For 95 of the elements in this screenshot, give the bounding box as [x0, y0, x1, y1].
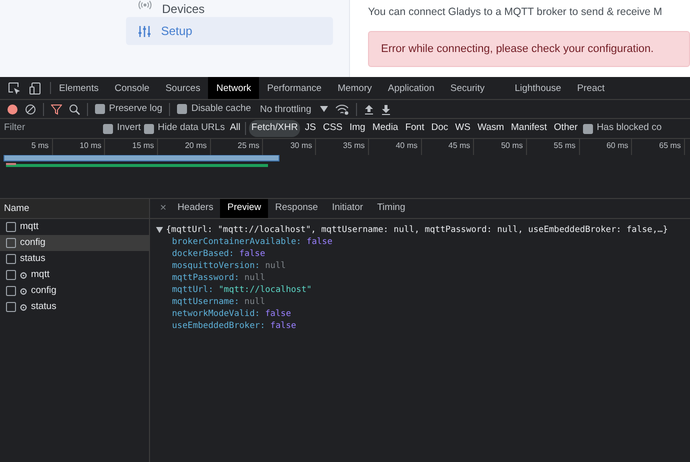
gear-icon [20, 304, 27, 310]
detail-tab[interactable]: Timing [370, 199, 412, 218]
inspect-icon[interactable] [8, 82, 21, 94]
devtools-tab[interactable]: Network [208, 77, 260, 99]
property-key: mqttPassword: [172, 273, 240, 283]
object-summary: {mqttUrl: "mqtt://localhost", mqttUsername: null, mqttPassword: null, useEmbeddedBroker: false,…} [166, 224, 668, 236]
property-key: mqttUrl: [172, 285, 214, 295]
tick-label: 60 ms [580, 139, 632, 155]
type-filter[interactable]: Font [403, 120, 426, 137]
record-icon[interactable] [7, 104, 18, 114]
request-row[interactable]: mqtt [0, 219, 149, 235]
broadcast-icon [138, 0, 152, 10]
property-value: false [265, 309, 291, 319]
devtools-tab[interactable]: Application [380, 77, 442, 99]
tick-label: 45 ms [422, 139, 474, 155]
type-filter[interactable]: Fetch/XHR [249, 120, 300, 137]
sliders-icon [138, 24, 151, 38]
upload-icon[interactable] [364, 104, 374, 114]
property-value: false [270, 321, 296, 331]
request-row[interactable]: status [0, 251, 149, 267]
type-filter[interactable]: JS [302, 120, 318, 137]
request-name: config [31, 284, 56, 298]
detail-tab[interactable]: Response [268, 199, 325, 218]
throttling-dropdown[interactable]: No throttling [258, 100, 314, 118]
devtools-tab[interactable]: Security [442, 77, 493, 99]
gear-icon [20, 272, 27, 278]
invert-checkbox[interactable] [103, 124, 113, 134]
column-header[interactable]: Name [0, 199, 149, 219]
request-row[interactable]: config [0, 235, 149, 251]
download-icon[interactable] [381, 104, 392, 114]
devtools-tab[interactable]: Memory [330, 77, 380, 99]
type-filter[interactable]: Img [348, 120, 368, 137]
dropdown-caret-icon[interactable] [320, 106, 328, 112]
intro-text: You can connect Gladys to a MQTT broker to send & receive M [368, 5, 664, 20]
request-name: status [31, 300, 56, 314]
close-button[interactable]: × [156, 199, 170, 218]
type-filter[interactable]: WS [453, 120, 472, 137]
type-filter[interactable]: Media [370, 120, 400, 137]
clear-icon[interactable] [25, 104, 36, 114]
request-row[interactable]: config [0, 283, 149, 299]
devtools-tab[interactable]: Performance [259, 77, 330, 99]
request-name: status [20, 252, 46, 266]
disable-cache-checkbox[interactable] [177, 104, 188, 114]
hide-data-urls-checkbox[interactable] [144, 124, 154, 134]
devtools-tab[interactable]: Lighthouse [492, 77, 570, 99]
tick-label: 40 ms [368, 139, 422, 155]
gear-icon [20, 288, 27, 294]
property-value: "mqtt://localhost" [218, 285, 312, 295]
expand-triangle-icon[interactable] [156, 227, 163, 233]
wifi-gear-icon[interactable] [335, 104, 350, 114]
property-value: false [306, 237, 332, 247]
type-filter[interactable]: Doc [429, 120, 450, 137]
sidebar-item[interactable]: Devices [126, 0, 333, 15]
tick-label: 55 ms [526, 139, 580, 155]
property-value: null [244, 297, 266, 307]
property-value: null [244, 273, 266, 283]
type-filter[interactable]: Other [552, 120, 580, 137]
type-filter[interactable]: All [228, 120, 242, 137]
devtools-tab[interactable]: Preact [569, 77, 613, 99]
property-value: false [239, 249, 266, 259]
detail-tab[interactable]: Preview [220, 199, 268, 218]
search-icon[interactable] [69, 104, 80, 114]
type-filter[interactable]: Manifest [509, 120, 549, 137]
property-key: brokerContainerAvailable: [172, 237, 302, 247]
error-alert: Error while connecting, please check your configuration. [368, 30, 690, 68]
request-row[interactable]: status [0, 299, 149, 315]
disable-cache-label: Disable cache [191, 102, 252, 116]
devtools-tab[interactable]: Console [106, 77, 158, 99]
request-name: config [20, 236, 46, 250]
hide-data-urls-label: Hide data URLs [158, 121, 225, 136]
property-key: useEmbeddedBroker: [172, 321, 266, 331]
request-name: mqtt [20, 220, 38, 234]
property-value: null [265, 261, 286, 271]
property-key: mqttUsername: [172, 297, 240, 307]
tick-label: 50 ms [474, 139, 527, 155]
request-row[interactable]: mqtt [0, 267, 149, 283]
tick-label: 35 ms [316, 139, 369, 155]
preserve-log-checkbox[interactable] [95, 104, 105, 114]
has-blocked-label: Has blocked co [596, 121, 662, 136]
type-filter[interactable]: CSS [320, 120, 344, 137]
detail-tab[interactable]: Initiator [324, 199, 370, 218]
tick-label: 65 ms [632, 139, 685, 155]
devtools-tab[interactable]: Sources [157, 77, 208, 99]
property-key: networkModeValid: [172, 309, 260, 319]
devtools-tab[interactable]: Elements [51, 77, 107, 99]
preserve-log-label: Preserve log [109, 102, 162, 116]
filter-icon[interactable] [51, 104, 62, 114]
type-filter[interactable]: Wasm [475, 120, 506, 137]
device-icon[interactable] [29, 82, 42, 94]
property-key: mosquittoVersion: [172, 261, 260, 271]
request-name: mqtt [31, 268, 50, 282]
has-blocked-checkbox[interactable] [582, 124, 593, 134]
property-key: dockerBased: [172, 249, 234, 259]
detail-tab[interactable]: Headers [170, 199, 220, 218]
invert-label: Invert [117, 121, 141, 136]
